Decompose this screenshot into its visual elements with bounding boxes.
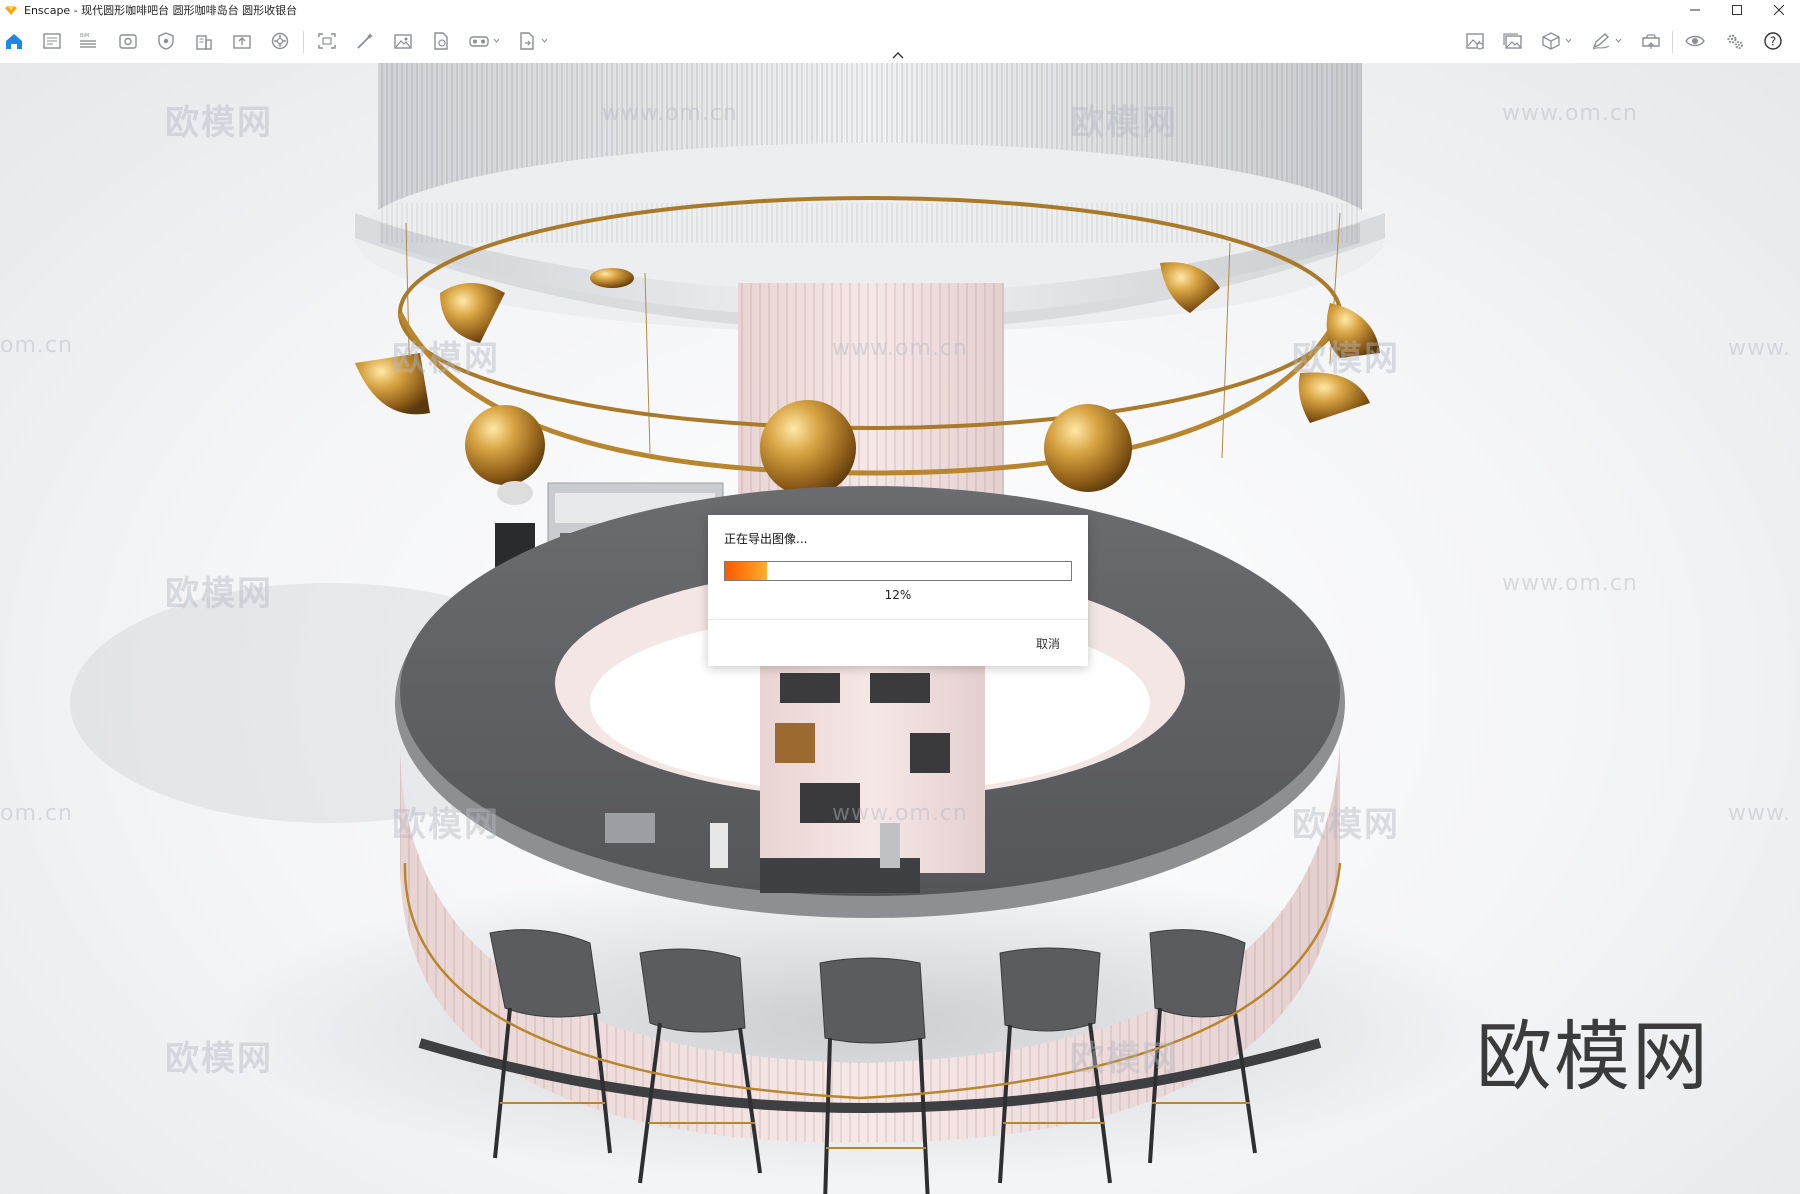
- gallery-icon: [1503, 33, 1522, 49]
- toolbar-separator: [1672, 31, 1673, 53]
- export-file-button[interactable]: [515, 30, 548, 52]
- help-button[interactable]: ?: [1761, 30, 1785, 52]
- bim-button[interactable]: BIM: [76, 30, 100, 52]
- dialog-divider: [708, 619, 1088, 620]
- camera-upload-icon: [1642, 34, 1660, 49]
- svg-text:?: ?: [1770, 35, 1776, 49]
- material-editor-button[interactable]: [1539, 30, 1572, 52]
- brand-logo-text: 欧模网: [1476, 1012, 1710, 1101]
- watermark-url: www.om.cn: [1502, 101, 1638, 126]
- cube-icon: [1542, 32, 1560, 50]
- chevron-up-icon: [892, 52, 904, 59]
- screenshot-gallery-button[interactable]: [1501, 30, 1525, 52]
- file-export-icon: [434, 32, 448, 50]
- vr-headset-icon: [469, 36, 489, 47]
- help-icon: ?: [1764, 32, 1782, 50]
- asset-library-button[interactable]: [268, 30, 292, 52]
- visual-settings-button[interactable]: [1463, 30, 1487, 52]
- toolbar-separator: [303, 31, 304, 53]
- watermark-text: 欧模网: [165, 103, 273, 143]
- export-file-icon: [520, 32, 534, 50]
- eye-icon: [1685, 35, 1705, 47]
- collapse-toolbar-toggle[interactable]: [890, 49, 906, 61]
- shield-icon: [158, 32, 174, 50]
- watermark-text: 欧模网: [1070, 1039, 1178, 1079]
- watermark-url: www.om.cn: [832, 801, 968, 826]
- main-toolbar: BIM ?: [0, 19, 1800, 64]
- title-bar: Enscape - 现代圆形咖啡吧台 圆形咖啡岛台 圆形收银台: [0, 0, 1800, 19]
- chevron-down-icon: [541, 38, 548, 43]
- svg-text:BIM: BIM: [80, 33, 89, 39]
- asset-library-icon: [271, 32, 289, 50]
- enscape-logo-icon: [4, 3, 18, 17]
- magic-wand-icon: [357, 33, 373, 49]
- cancel-button[interactable]: 取消: [1030, 633, 1066, 654]
- watermark-url: www.om.cn: [832, 336, 968, 361]
- progress-percentage: 12%: [884, 588, 912, 602]
- enscape-window: Enscape - 现代圆形咖啡吧台 圆形咖啡岛台 圆形收银台 BIM ? 欧模…: [0, 0, 1800, 1194]
- export-progress-dialog: 正在导出图像... 12% 取消: [708, 515, 1088, 666]
- image-settings-icon: [1466, 33, 1484, 50]
- render-image-button[interactable]: [391, 30, 415, 52]
- watermark-url: www.: [1728, 801, 1791, 826]
- home-button[interactable]: [2, 30, 26, 52]
- home-icon: [6, 34, 22, 49]
- chevron-down-icon: [1565, 38, 1572, 43]
- watermark-url: om.cn: [0, 333, 73, 358]
- close-button[interactable]: [1758, 0, 1800, 19]
- chevron-down-icon: [493, 38, 500, 43]
- watermark-url: www.om.cn: [1502, 571, 1638, 596]
- screenshot-frame-icon: [318, 33, 336, 49]
- upload-box-icon: [233, 35, 251, 49]
- export-panorama-button[interactable]: [429, 30, 453, 52]
- watermark-url: www.om.cn: [602, 101, 738, 126]
- chevron-down-icon: [1615, 38, 1622, 43]
- view-management-button[interactable]: [116, 30, 140, 52]
- batch-render-button[interactable]: [353, 30, 377, 52]
- watermark-text: 欧模网: [165, 1039, 273, 1079]
- dialog-title: 正在导出图像...: [724, 532, 808, 546]
- building-icon: [196, 35, 212, 50]
- minimize-button[interactable]: [1674, 0, 1716, 19]
- progress-fill: [725, 562, 767, 580]
- window-controls: [1674, 0, 1800, 19]
- image-icon: [394, 34, 412, 49]
- watermark-text: 欧模网: [1070, 103, 1178, 143]
- site-context-button[interactable]: [192, 30, 216, 52]
- general-settings-button[interactable]: [1723, 30, 1747, 52]
- watermark-text: 欧模网: [392, 805, 500, 845]
- bim-list-icon: BIM: [80, 33, 96, 48]
- maximize-button[interactable]: [1716, 0, 1758, 19]
- watermark-url: om.cn: [0, 801, 73, 826]
- watermark-text: 欧模网: [392, 339, 500, 379]
- pen-icon: [1592, 33, 1610, 50]
- document-list-icon: [43, 33, 61, 49]
- upload-web-button[interactable]: [1639, 30, 1663, 52]
- capture-view-button[interactable]: [315, 30, 339, 52]
- upload-model-button[interactable]: [230, 30, 254, 52]
- watermark-text: 欧模网: [1292, 805, 1400, 845]
- vr-export-button[interactable]: [467, 30, 500, 52]
- view-mode-button[interactable]: [1683, 30, 1707, 52]
- watermark-text: 欧模网: [165, 574, 273, 614]
- gears-icon: [1727, 34, 1743, 49]
- view-settings-icon: [119, 34, 137, 49]
- watermark-text: 欧模网: [1292, 339, 1400, 379]
- window-title: Enscape - 现代圆形咖啡吧台 圆形咖啡岛台 圆形收银台: [24, 3, 298, 17]
- objects-list-button[interactable]: [40, 30, 64, 52]
- annotation-button[interactable]: [1589, 30, 1622, 52]
- safe-frame-button[interactable]: [154, 30, 178, 52]
- export-progress-bar: [724, 561, 1072, 581]
- watermark-url: www.: [1728, 336, 1791, 361]
